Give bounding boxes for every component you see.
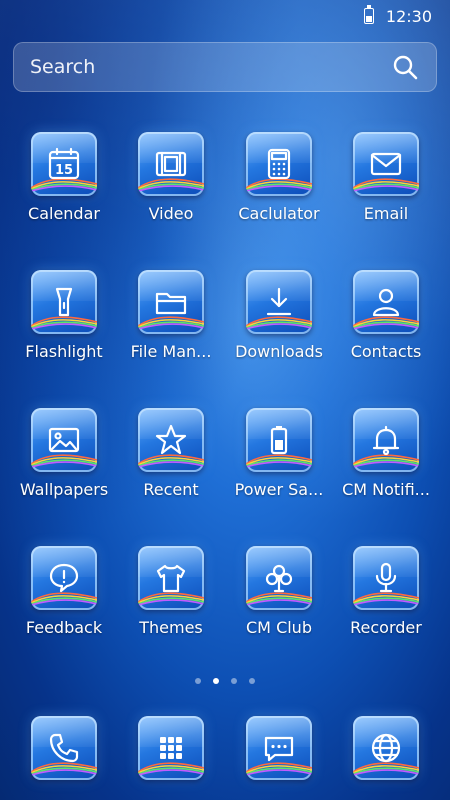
battery-icon: [363, 5, 374, 24]
app-tile[interactable]: [246, 132, 312, 196]
app-tile[interactable]: [138, 270, 204, 334]
app-label: CM Notifi...: [342, 480, 430, 499]
app-calculator[interactable]: Caclulator: [225, 132, 333, 223]
folder-icon: [155, 292, 187, 315]
app-tile[interactable]: [138, 132, 204, 196]
page-dot[interactable]: [231, 678, 237, 684]
app-label: File Man...: [130, 342, 212, 361]
search-bar[interactable]: Search: [13, 42, 437, 92]
download-icon: [266, 287, 292, 316]
app-bell[interactable]: CM Notifi...: [332, 408, 440, 499]
app-download[interactable]: Downloads: [225, 270, 333, 361]
app-image[interactable]: Wallpapers: [10, 408, 118, 499]
app-label: Wallpapers: [19, 480, 109, 499]
app-envelope[interactable]: Email: [332, 132, 440, 223]
app-label: Themes: [139, 618, 203, 637]
search-placeholder[interactable]: Search: [30, 56, 95, 78]
app-label: Calendar: [28, 204, 100, 223]
app-tile[interactable]: [353, 408, 419, 472]
app-film[interactable]: Video: [117, 132, 225, 223]
battery-icon: [270, 426, 288, 455]
page-indicator[interactable]: [0, 678, 450, 684]
app-tile[interactable]: [31, 270, 97, 334]
calculator-icon: [267, 148, 291, 180]
app-tile[interactable]: 15: [31, 132, 97, 196]
dock-browser[interactable]: [332, 716, 440, 780]
app-label: Email: [363, 204, 409, 223]
app-battery[interactable]: Power Sa...: [225, 408, 333, 499]
microphone-icon: [375, 562, 397, 593]
film-icon: [155, 151, 187, 177]
app-tile[interactable]: [138, 716, 204, 780]
envelope-icon: [370, 152, 402, 176]
dock-phone[interactable]: [10, 716, 118, 780]
page-dot[interactable]: [249, 678, 255, 684]
status-bar: 12:30: [0, 0, 450, 32]
phone-icon: [49, 733, 79, 763]
app-tile[interactable]: [246, 546, 312, 610]
app-club[interactable]: CM Club: [225, 546, 333, 637]
star-icon: [155, 424, 187, 455]
app-label: Caclulator: [238, 204, 320, 223]
app-label: Video: [148, 204, 194, 223]
app-folder[interactable]: File Man...: [117, 270, 225, 361]
contact-icon: [372, 288, 400, 317]
app-label: Recent: [143, 480, 199, 499]
app-tile[interactable]: [353, 270, 419, 334]
calendar-day: 15: [55, 163, 73, 178]
dock-app-drawer[interactable]: [117, 716, 225, 780]
app-tile[interactable]: [246, 716, 312, 780]
search-icon[interactable]: [392, 54, 418, 80]
app-tile[interactable]: [138, 408, 204, 472]
app-drawer-icon: [160, 737, 182, 759]
app-flashlight[interactable]: Flashlight: [10, 270, 118, 361]
app-tile[interactable]: [31, 716, 97, 780]
app-tile[interactable]: [31, 408, 97, 472]
app-tile[interactable]: [353, 716, 419, 780]
club-icon: [265, 564, 293, 593]
image-icon: [48, 427, 80, 453]
app-calendar[interactable]: 15 Calendar: [10, 132, 118, 223]
app-tile[interactable]: [353, 546, 419, 610]
tshirt-icon: [156, 564, 186, 593]
app-label: Flashlight: [25, 342, 103, 361]
feedback-icon: [49, 563, 79, 593]
message-icon: [264, 736, 294, 762]
app-tile[interactable]: [31, 546, 97, 610]
bell-icon: [372, 425, 400, 456]
browser-icon: [371, 733, 401, 763]
app-tile[interactable]: [138, 546, 204, 610]
page-dot[interactable]: [213, 678, 219, 684]
app-tshirt[interactable]: Themes: [117, 546, 225, 637]
app-label: CM Club: [246, 618, 312, 637]
app-microphone[interactable]: Recorder: [332, 546, 440, 637]
app-label: Recorder: [350, 618, 422, 637]
app-tile[interactable]: [246, 270, 312, 334]
flashlight-icon: [55, 287, 73, 317]
app-label: Downloads: [235, 342, 323, 361]
app-tile[interactable]: [353, 132, 419, 196]
status-time: 12:30: [385, 6, 432, 26]
app-star[interactable]: Recent: [117, 408, 225, 499]
app-contact[interactable]: Contacts: [332, 270, 440, 361]
app-tile[interactable]: [246, 408, 312, 472]
page-dot[interactable]: [195, 678, 201, 684]
app-label: Contacts: [350, 342, 422, 361]
app-label: Power Sa...: [234, 480, 324, 499]
app-feedback[interactable]: Feedback: [10, 546, 118, 637]
dock-message[interactable]: [225, 716, 333, 780]
calendar-icon: 15: [48, 147, 80, 180]
app-label: Feedback: [25, 618, 103, 637]
